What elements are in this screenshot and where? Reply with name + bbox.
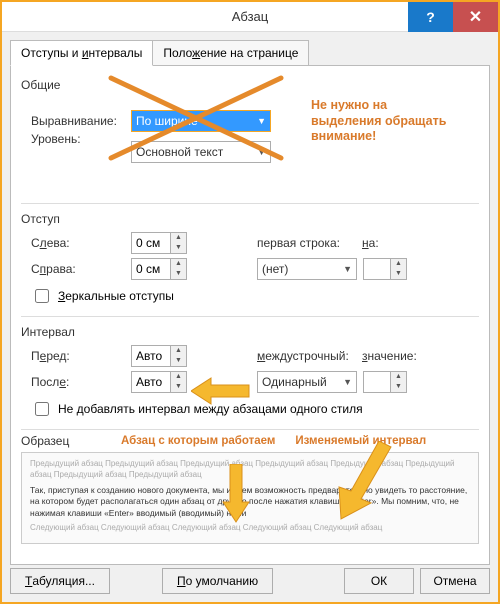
label-left-indent: Слева: bbox=[31, 236, 131, 250]
label-alignment: Выравнивание: bbox=[31, 114, 131, 128]
label-value: значение: bbox=[362, 349, 422, 363]
group-general: Общие Выравнивание: По ширине▼ Не нужно … bbox=[21, 74, 479, 204]
preview-box: Предыдущий абзац Предыдущий абзац Предыд… bbox=[21, 452, 479, 544]
cancel-button[interactable]: Отмена bbox=[420, 568, 490, 594]
chevron-down-icon: ▼ bbox=[257, 147, 266, 157]
label-general: Общие bbox=[21, 78, 479, 92]
label-spacing: Интервал bbox=[21, 325, 479, 339]
close-button[interactable]: ✕ bbox=[453, 2, 498, 32]
chevron-up-icon[interactable]: ▲ bbox=[171, 233, 186, 243]
titlebar: Абзац ? ✕ bbox=[2, 2, 498, 32]
select-first-line[interactable]: (нет)▼ bbox=[257, 258, 357, 280]
annotation-changing-interval: Изменяемый интервал bbox=[295, 434, 426, 448]
chevron-down-icon[interactable]: ▼ bbox=[171, 243, 186, 253]
spinner-right-indent[interactable]: ▲▼ bbox=[131, 258, 187, 280]
label-preview: Образец bbox=[21, 434, 91, 448]
spinner-on[interactable]: ▲▼ bbox=[363, 258, 407, 280]
chevron-up-icon[interactable]: ▲ bbox=[171, 372, 186, 382]
chevron-down-icon: ▼ bbox=[343, 264, 352, 274]
tabulation-button[interactable]: Табуляция... bbox=[10, 568, 110, 594]
spinner-left-indent[interactable]: ▲▼ bbox=[131, 232, 187, 254]
label-right-indent: Справа: bbox=[31, 262, 131, 276]
chevron-down-icon: ▼ bbox=[343, 377, 352, 387]
label-level: Уровень: bbox=[31, 132, 131, 146]
checkbox-same-style-spacing[interactable]: Не добавлять интервал между абзацами одн… bbox=[21, 399, 479, 419]
tab-page-position[interactable]: Положение на странице bbox=[152, 40, 309, 66]
help-button[interactable]: ? bbox=[408, 2, 453, 32]
annotation-current-paragraph: Абзац с которым работаем bbox=[121, 434, 275, 448]
chevron-up-icon[interactable]: ▲ bbox=[391, 259, 406, 269]
spinner-before[interactable]: ▲▼ bbox=[131, 345, 187, 367]
spinner-after[interactable]: ▲▼ bbox=[131, 371, 187, 393]
label-after: После: bbox=[31, 375, 131, 389]
checkbox-mirror-indents[interactable]: Зеркальные отступы bbox=[21, 286, 479, 306]
chevron-up-icon[interactable]: ▲ bbox=[171, 346, 186, 356]
spinner-value[interactable]: ▲▼ bbox=[363, 371, 407, 393]
ok-button[interactable]: ОК bbox=[344, 568, 414, 594]
chevron-down-icon: ▼ bbox=[257, 116, 266, 126]
window-title: Абзац bbox=[232, 9, 268, 24]
annotation-ignore-selection: Не нужно на выделения обращать внимание! bbox=[311, 98, 451, 145]
group-spacing: Интервал Перед: ▲▼ междустрочный: значен… bbox=[21, 321, 479, 430]
label-first-line: первая строка: bbox=[257, 236, 362, 250]
label-before: Перед: bbox=[31, 349, 131, 363]
chevron-down-icon[interactable]: ▼ bbox=[171, 382, 186, 392]
chevron-down-icon[interactable]: ▼ bbox=[171, 356, 186, 366]
label-indent: Отступ bbox=[21, 212, 479, 226]
chevron-up-icon[interactable]: ▲ bbox=[391, 372, 406, 382]
select-level[interactable]: Основной текст▼ bbox=[131, 141, 271, 163]
select-line-spacing[interactable]: Одинарный▼ bbox=[257, 371, 357, 393]
default-button[interactable]: По умолчанию bbox=[162, 568, 273, 594]
chevron-down-icon[interactable]: ▼ bbox=[171, 269, 186, 279]
group-indent: Отступ Слева: ▲▼ первая строка: на: bbox=[21, 208, 479, 317]
label-line-spacing: междустрочный: bbox=[257, 349, 362, 363]
select-alignment[interactable]: По ширине▼ bbox=[131, 110, 271, 132]
label-on: на: bbox=[362, 236, 392, 250]
chevron-down-icon[interactable]: ▼ bbox=[391, 382, 406, 392]
chevron-down-icon[interactable]: ▼ bbox=[391, 269, 406, 279]
chevron-up-icon[interactable]: ▲ bbox=[171, 259, 186, 269]
tab-indents-spacing[interactable]: Отступы и интервалы bbox=[10, 40, 153, 66]
